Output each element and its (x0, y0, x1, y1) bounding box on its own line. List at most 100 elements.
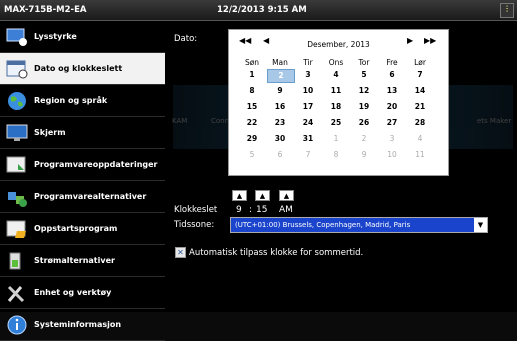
calendar-day[interactable]: 30 (267, 133, 293, 145)
dst-label: Automatisk tilpass klokke for sommertid. (189, 248, 364, 258)
calendar-day[interactable]: 3 (379, 133, 405, 145)
calendar-day[interactable]: 26 (351, 117, 377, 129)
dst-checkbox[interactable]: ✕ (175, 247, 186, 258)
weekday-header: Fre (386, 58, 398, 67)
sidebar-item-region[interactable]: Region og språk (0, 85, 165, 117)
calendar-day[interactable]: 25 (323, 117, 349, 129)
sidebar-item-brightness[interactable]: Lysstyrke (0, 21, 165, 53)
sidebar-item-device-tools[interactable]: Enhet og verktøy (0, 277, 165, 309)
calendar-day[interactable]: 20 (379, 101, 405, 113)
chevron-down-icon[interactable]: ▼ (474, 218, 487, 232)
next-month-button[interactable]: ▶ (407, 36, 413, 45)
calendar-day[interactable]: 8 (323, 149, 349, 161)
calendar-day[interactable]: 3 (295, 69, 321, 81)
calendar-day[interactable]: 24 (295, 117, 321, 129)
timezone-value: (UTC+01:00) Brussels, Copenhagen, Madrid… (235, 221, 411, 229)
calendar-day[interactable]: 18 (323, 101, 349, 113)
sidebar-item-date-time[interactable]: Dato og klokkeslett (0, 53, 165, 85)
calendar-day[interactable]: 13 (379, 85, 405, 97)
minute-value[interactable]: 15 (256, 205, 267, 215)
calendar-day[interactable]: 10 (295, 85, 321, 97)
timezone-select[interactable]: (UTC+01:00) Brussels, Copenhagen, Madrid… (230, 217, 488, 233)
sidebar-item-label: Lysstyrke (34, 32, 77, 41)
calendar-day[interactable]: 7 (295, 149, 321, 161)
calendar-day[interactable]: 9 (267, 85, 293, 97)
sidebar-item-display[interactable]: Skjerm (0, 117, 165, 149)
calendar-day[interactable]: 9 (351, 149, 377, 161)
calendar-day[interactable]: 22 (239, 117, 265, 129)
weekday-header: Tir (303, 58, 313, 67)
puzzle-icon (8, 192, 27, 207)
calendar-day[interactable]: 16 (267, 101, 293, 113)
sidebar-item-software-options[interactable]: Programvarealternativer (0, 181, 165, 213)
month-title: Desember, 2013 (307, 40, 370, 49)
device-name: MAX-715B-M2-EA (4, 5, 87, 15)
tools-icon (7, 285, 25, 303)
calendar-day[interactable]: 1 (239, 69, 265, 81)
sidebar: Lysstyrke Dato og klokkeslett Region og … (0, 21, 165, 341)
sidebar-item-power[interactable]: Strømalternativer (0, 245, 165, 277)
hour-value[interactable]: 9 (236, 205, 242, 215)
calendar-day[interactable]: 14 (407, 85, 433, 97)
calendar-day[interactable]: 17 (295, 101, 321, 113)
calendar-day[interactable]: 6 (267, 149, 293, 161)
sidebar-item-system-info[interactable]: Systeminformasjon (0, 309, 165, 341)
calendar-day[interactable]: 15 (239, 101, 265, 113)
clock: 12/2/2013 9:15 AM (217, 5, 307, 15)
sidebar-item-label: Strømalternativer (34, 256, 115, 265)
info-icon (7, 315, 27, 335)
calendar-day[interactable]: 31 (295, 133, 321, 145)
calendar-day[interactable]: 1 (323, 133, 349, 145)
calendar-day[interactable]: 4 (323, 69, 349, 81)
time-label: Klokkeslet (174, 205, 218, 215)
weekday-header: Lør (414, 58, 426, 67)
weekday-header: Søn (244, 58, 260, 67)
calendar-day[interactable]: 4 (407, 133, 433, 145)
next-year-button[interactable]: ▶▶ (424, 36, 436, 45)
power-icon (9, 252, 21, 270)
calendar-day[interactable]: 19 (351, 101, 377, 113)
calendar-day[interactable]: 8 (239, 85, 265, 97)
calendar-day[interactable]: 5 (239, 149, 265, 161)
main-panel: KAM Connecting ets Maker Dato: ◀◀ ◀ Dese… (165, 21, 517, 312)
sidebar-item-software-updates[interactable]: Programvareoppdateringer (0, 149, 165, 181)
calendar-day[interactable]: 2 (267, 69, 295, 83)
calendar-day[interactable]: 29 (239, 133, 265, 145)
calendar-day[interactable]: 23 (267, 117, 293, 129)
calendar-day[interactable]: 5 (351, 69, 377, 81)
ghost-text: KAM (172, 117, 188, 125)
weekday-header: Tor (358, 58, 370, 67)
sidebar-item-label: Programvareoppdateringer (34, 160, 158, 169)
calendar-day[interactable]: 2 (351, 133, 377, 145)
minute-up-button[interactable]: ▲ (255, 190, 270, 201)
ampm-up-button[interactable]: ▲ (279, 190, 294, 201)
sidebar-item-label: Region og språk (34, 96, 108, 105)
brightness-icon (6, 28, 27, 46)
calendar-day[interactable]: 27 (379, 117, 405, 129)
hour-up-button[interactable]: ▲ (232, 190, 247, 201)
sidebar-item-label: Oppstartsprogram (34, 224, 118, 233)
sidebar-item-label: Dato og klokkeslett (34, 64, 123, 73)
calendar-day[interactable]: 10 (379, 149, 405, 161)
monitor-icon (6, 124, 28, 141)
calendar-day[interactable]: 21 (407, 101, 433, 113)
software-update-icon (6, 156, 26, 173)
calendar-day[interactable]: 11 (323, 85, 349, 97)
title-bar: MAX-715B-M2-EA 12/2/2013 9:15 AM ⫶ (0, 0, 517, 21)
timezone-label: Tidssone: (174, 220, 215, 230)
calendar-day[interactable]: 28 (407, 117, 433, 129)
calendar-clock-icon (6, 60, 28, 79)
calendar-day[interactable]: 6 (379, 69, 405, 81)
calendar-day[interactable]: 12 (351, 85, 377, 97)
toolbar-icon[interactable]: ⫶ (500, 3, 514, 18)
calendar: ◀◀ ◀ Desember, 2013 ▶ ▶▶ Søn Man Tir Ons Tor… (228, 29, 449, 176)
sidebar-item-startup[interactable]: Oppstartsprogram (0, 213, 165, 245)
weekday-header: Man (272, 58, 288, 67)
sidebar-item-label: Programvarealternativer (34, 192, 147, 201)
calendar-day[interactable]: 7 (407, 69, 433, 81)
sidebar-item-label: Systeminformasjon (34, 320, 122, 329)
ampm-value[interactable]: AM (279, 205, 293, 215)
calendar-day[interactable]: 11 (407, 149, 433, 161)
date-label: Dato: (174, 34, 198, 44)
sidebar-item-label: Skjerm (34, 128, 66, 137)
